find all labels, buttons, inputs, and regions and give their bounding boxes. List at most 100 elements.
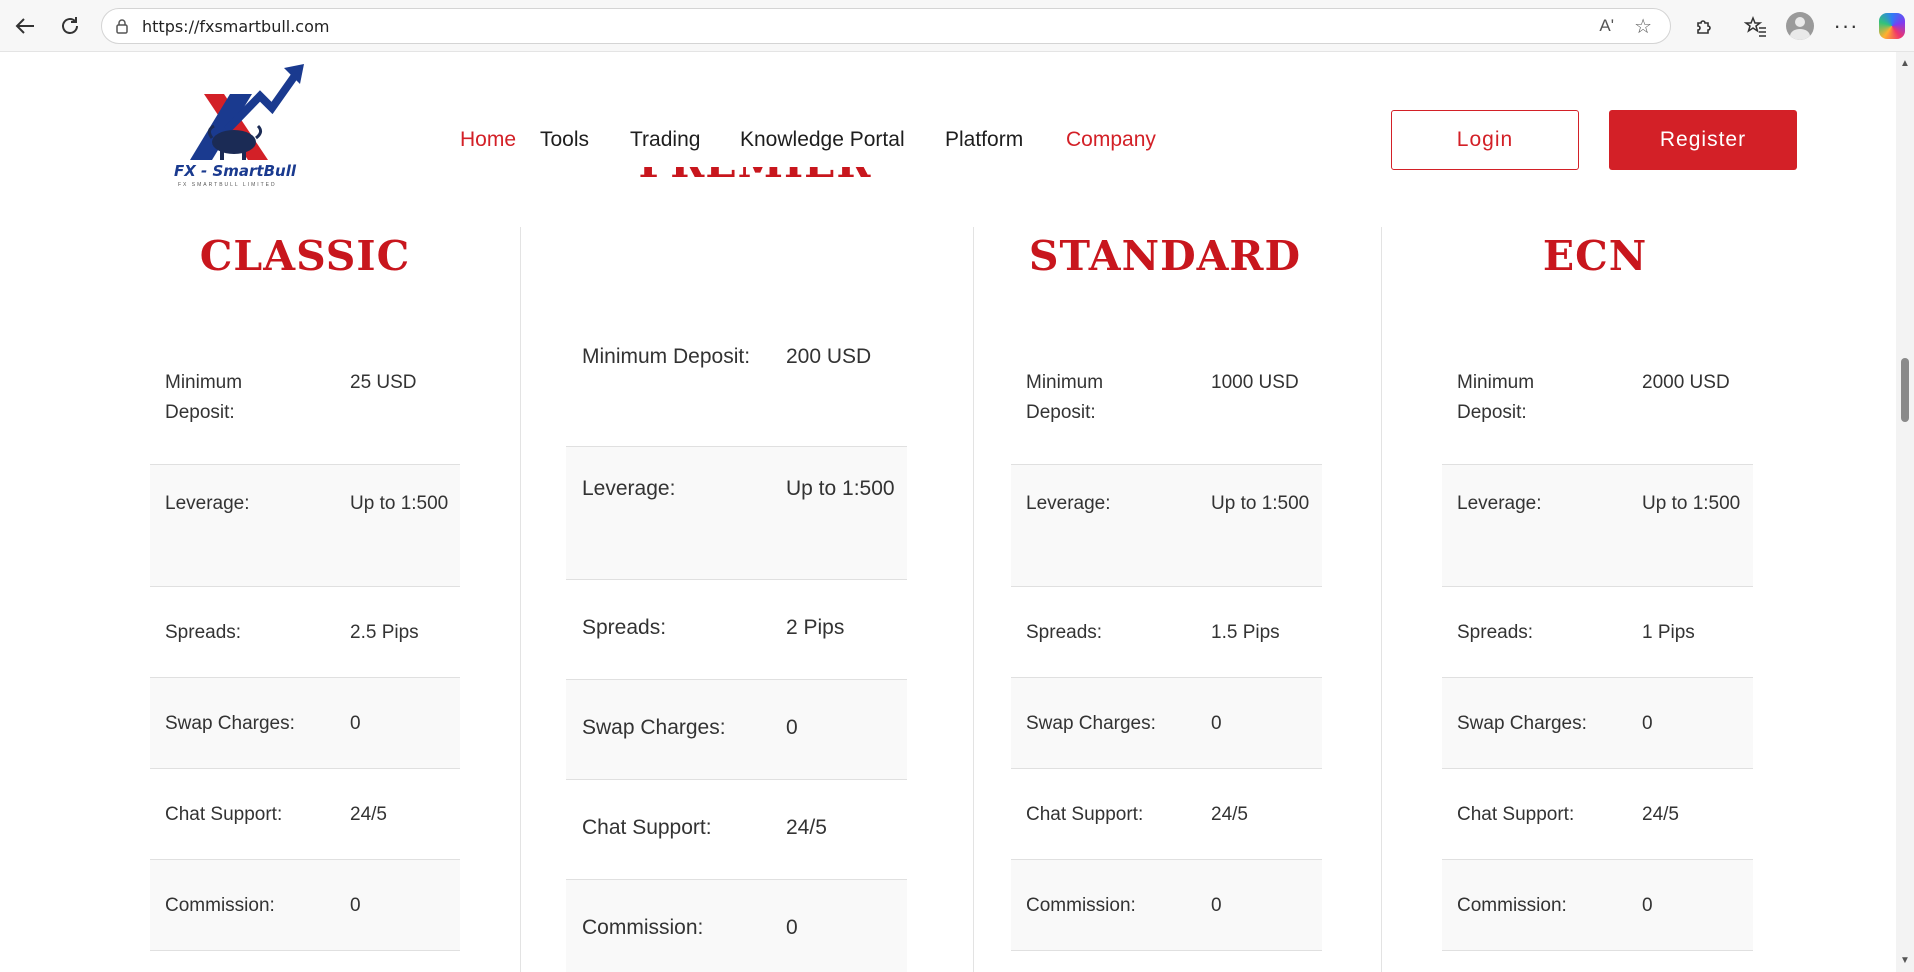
row-label: Commission: — [1026, 895, 1136, 916]
scroll-up-arrow-icon[interactable]: ▲ — [1900, 58, 1910, 69]
table-row: Minimum Deposit: 1000 USD — [1011, 362, 1322, 465]
refresh-icon[interactable] — [55, 11, 85, 41]
row-value: 0 — [1211, 713, 1222, 734]
table-row: Spreads: 2 Pips — [566, 580, 907, 680]
row-label: Chat Support: — [165, 804, 283, 825]
row-label: Minimum Deposit: — [582, 345, 751, 368]
register-button[interactable]: Register — [1609, 110, 1797, 170]
table-row: Chat Support: 24/5 — [1011, 769, 1322, 860]
row-label: Leverage: — [582, 477, 676, 500]
row-value: 24/5 — [350, 804, 387, 825]
table-row: Spreads: 1.5 Pips — [1011, 587, 1322, 678]
row-label: Minimum Deposit: — [1026, 372, 1104, 423]
table-row: Commission: 0 — [1442, 860, 1753, 951]
row-label: Commission: — [582, 916, 704, 939]
account-title-premier-text: PREMIER — [565, 167, 945, 187]
row-value: 0 — [350, 895, 361, 916]
site-logo[interactable]: FX - SmartBull FX SMARTBULL LIMITED — [172, 60, 322, 190]
row-value: Up to 1:500 — [1642, 493, 1741, 514]
row-value: 1 Pips — [1642, 622, 1695, 643]
nav-item-platform[interactable]: Platform — [945, 128, 1023, 152]
row-label: Chat Support: — [1457, 804, 1575, 825]
row-value: 0 — [1642, 895, 1653, 916]
table-row: Chat Support: 24/5 — [150, 769, 460, 860]
column-divider — [973, 227, 974, 972]
row-label: Minimum Deposit: — [1457, 372, 1535, 423]
row-value: 2.5 Pips — [350, 622, 419, 643]
table-row: Swap Charges: 0 — [1442, 678, 1753, 769]
logo-subtitle-text: FX SMARTBULL LIMITED — [178, 182, 277, 188]
table-row: Chat Support: 24/5 — [566, 780, 907, 880]
row-value: 24/5 — [1642, 804, 1679, 825]
nav-item-home[interactable]: Home — [460, 128, 516, 152]
table-row: Swap Charges: 0 — [1011, 678, 1322, 769]
login-button[interactable]: Login — [1391, 110, 1579, 170]
row-label: Leverage: — [1457, 493, 1542, 514]
row-value: 0 — [350, 713, 361, 734]
table-row: Minimum Deposit: 200 USD — [566, 339, 907, 447]
row-value: 0 — [1642, 713, 1653, 734]
row-label: Swap Charges: — [165, 713, 295, 734]
extensions-icon[interactable] — [1690, 12, 1718, 40]
row-label: Minimum Deposit: — [165, 372, 243, 423]
row-label: Chat Support: — [1026, 804, 1144, 825]
row-label: Commission: — [165, 895, 275, 916]
nav-item-tools[interactable]: Tools — [540, 128, 589, 152]
row-value: 0 — [1211, 895, 1222, 916]
back-arrow-icon[interactable] — [10, 11, 40, 41]
account-table-standard: Minimum Deposit: 1000 USD Leverage: Up t… — [1011, 362, 1322, 951]
table-row: Leverage: Up to 1:500 — [566, 447, 907, 580]
scroll-down-arrow-icon[interactable]: ▼ — [1900, 955, 1910, 966]
favorite-star-icon[interactable]: ☆ — [1634, 14, 1652, 39]
table-row: Leverage: Up to 1:500 — [1011, 465, 1322, 587]
row-label: Spreads: — [1457, 622, 1534, 643]
row-label: Spreads: — [1026, 622, 1103, 643]
row-label: Commission: — [1457, 895, 1567, 916]
row-value: Up to 1:500 — [350, 493, 449, 514]
nav-item-company[interactable]: Company — [1066, 128, 1156, 152]
account-table-classic: Minimum Deposit: 25 USD Leverage: Up to … — [150, 362, 460, 951]
nav-item-knowledge-portal[interactable]: Knowledge Portal — [740, 128, 905, 152]
favorites-icon[interactable] — [1742, 12, 1770, 40]
table-row: Chat Support: 24/5 — [1442, 769, 1753, 860]
account-title-ecn: ECN — [1542, 232, 1648, 280]
web-page: FX - SmartBull FX SMARTBULL LIMITED Home… — [0, 52, 1896, 972]
more-icon[interactable]: ··· — [1832, 12, 1860, 40]
table-row: Commission: 0 — [150, 860, 460, 951]
nav-item-trading[interactable]: Trading — [630, 128, 700, 152]
row-label: Chat Support: — [582, 816, 712, 839]
read-aloud-icon[interactable]: Aʹ — [1599, 16, 1614, 36]
row-label: Spreads: — [165, 622, 242, 643]
row-label: Leverage: — [1026, 493, 1111, 514]
account-table-ecn: Minimum Deposit: 2000 USD Leverage: Up t… — [1442, 362, 1753, 951]
row-value: 0 — [786, 916, 798, 939]
url-text[interactable]: https://fxsmartbull.com — [142, 17, 329, 36]
row-label: Swap Charges: — [1457, 713, 1587, 734]
table-row: Spreads: 2.5 Pips — [150, 587, 460, 678]
row-value: 1.5 Pips — [1211, 622, 1280, 643]
address-bar[interactable]: https://fxsmartbull.com Aʹ ☆ — [101, 8, 1671, 44]
column-divider — [520, 227, 521, 972]
row-value: 24/5 — [786, 816, 827, 839]
table-row: Commission: 0 — [1011, 860, 1322, 951]
page-scrollbar[interactable]: ▲ ▼ — [1896, 52, 1914, 972]
bull-logo-icon — [190, 64, 304, 160]
table-row: Spreads: 1 Pips — [1442, 587, 1753, 678]
account-title-classic: CLASSIC — [199, 232, 411, 280]
row-label: Leverage: — [165, 493, 250, 514]
table-row: Swap Charges: 0 — [566, 680, 907, 780]
copilot-icon[interactable] — [1878, 12, 1906, 40]
row-value: 200 USD — [786, 345, 872, 368]
browser-toolbar: https://fxsmartbull.com Aʹ ☆ ··· — [0, 0, 1914, 52]
row-value: 2 Pips — [786, 616, 845, 639]
column-divider — [1381, 227, 1382, 972]
account-title-premier: PREMIER — [565, 167, 945, 193]
profile-avatar-icon[interactable] — [1786, 12, 1814, 40]
account-title-standard: STANDARD — [1028, 232, 1302, 280]
row-value: 2000 USD — [1642, 372, 1730, 393]
row-value: Up to 1:500 — [786, 477, 895, 500]
table-row: Commission: 0 — [566, 880, 907, 972]
lock-icon[interactable] — [114, 18, 130, 34]
row-label: Swap Charges: — [582, 716, 726, 739]
scrollbar-thumb[interactable] — [1901, 358, 1909, 422]
